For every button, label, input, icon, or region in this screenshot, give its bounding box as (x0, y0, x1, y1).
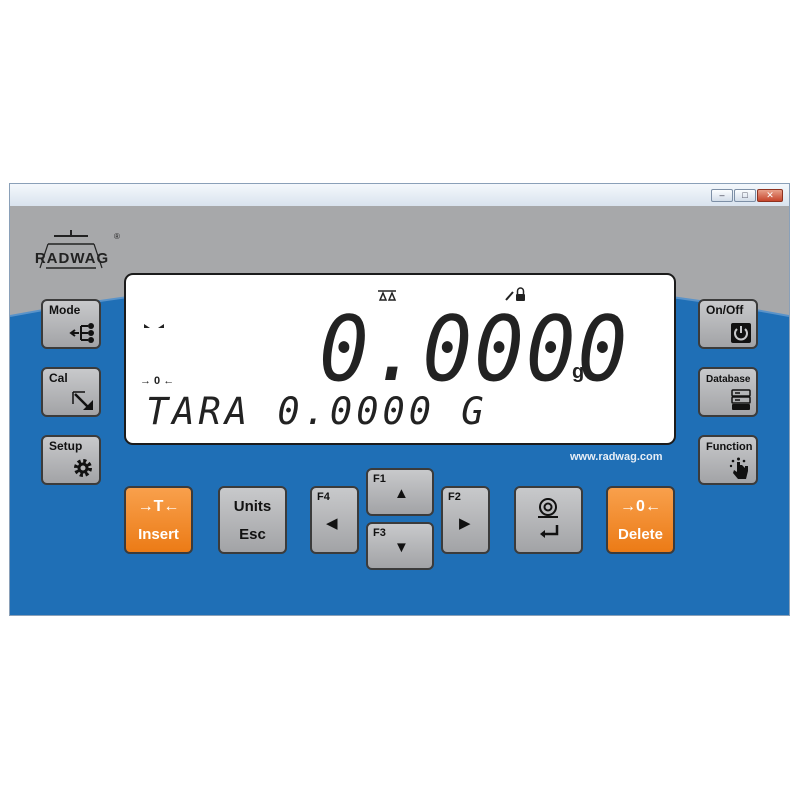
calibration-icon (72, 391, 93, 410)
on-off-button[interactable]: On/Off (698, 299, 758, 349)
mode-tree-icon (69, 323, 94, 343)
function-label: Function (706, 441, 753, 453)
f2-label: F2 (448, 491, 461, 503)
database-label: Database (706, 374, 751, 385)
f1-up-button[interactable]: F1 ▲ (366, 468, 434, 516)
setup-button[interactable]: Setup (41, 435, 101, 485)
f4-label: F4 (317, 491, 330, 503)
on-off-label: On/Off (706, 303, 744, 317)
brand-url: www.radwag.com (570, 451, 663, 463)
tare-label: →T← (137, 498, 180, 515)
database-button[interactable]: Database (698, 367, 758, 417)
power-icon (731, 323, 751, 343)
maximize-button[interactable]: □ (734, 189, 756, 202)
weight-unit: g (572, 361, 585, 383)
arrow-down-icon: ▼ (394, 539, 409, 556)
f3-label: F3 (373, 527, 386, 539)
application-window: – □ ✕ RADWAG ® → 0 ← 0.0000 g TARA 0.000… (9, 183, 790, 616)
title-bar: – □ ✕ (10, 184, 789, 207)
units-label: Units (233, 498, 272, 515)
zero-delete-button[interactable]: →0← Delete (606, 486, 675, 554)
radwag-logo-icon: RADWAG ® (35, 230, 120, 269)
gear-icon (74, 459, 92, 477)
close-button[interactable]: ✕ (757, 189, 783, 202)
esc-label: Esc (239, 526, 266, 543)
lcd-display: → 0 ← 0.0000 g TARA 0.0000 G (124, 273, 676, 445)
minimize-button[interactable]: – (711, 189, 733, 202)
delete-label: Delete (617, 526, 664, 543)
arrow-right-icon: ▶ (459, 515, 471, 532)
arrow-up-icon: ▲ (394, 485, 409, 502)
print-enter-button[interactable] (514, 486, 583, 554)
zero-label: →0← (620, 498, 661, 515)
radwag-logo: RADWAG ® (22, 228, 122, 272)
insert-label: Insert (138, 526, 179, 543)
cal-label: Cal (49, 371, 68, 385)
f2-right-button[interactable]: F2 ▶ (441, 486, 490, 554)
mode-button[interactable]: Mode (41, 299, 101, 349)
touch-hand-icon (729, 457, 748, 479)
setup-label: Setup (49, 439, 83, 453)
print-enter-icon (538, 498, 559, 538)
cal-button[interactable]: Cal (41, 367, 101, 417)
f1-label: F1 (373, 473, 386, 485)
tare-insert-button[interactable]: →T← Insert (124, 486, 193, 554)
svg-text:®: ® (114, 232, 120, 241)
arrow-left-icon: ◀ (326, 515, 338, 532)
tare-readout: TARA 0.0000 G (146, 390, 488, 433)
database-icon (731, 389, 751, 410)
svg-text:RADWAG: RADWAG (35, 250, 109, 267)
f4-left-button[interactable]: F4 ◀ (310, 486, 359, 554)
f3-down-button[interactable]: F3 ▼ (366, 522, 434, 570)
scale-terminal-panel: RADWAG ® → 0 ← 0.0000 g TARA 0.0000 G ww… (10, 206, 789, 615)
stability-marker-icon (144, 324, 164, 328)
mode-label: Mode (49, 303, 81, 317)
units-esc-button[interactable]: Units Esc (218, 486, 287, 554)
zero-indicator: → 0 ← (140, 375, 175, 387)
function-button[interactable]: Function (698, 435, 758, 485)
